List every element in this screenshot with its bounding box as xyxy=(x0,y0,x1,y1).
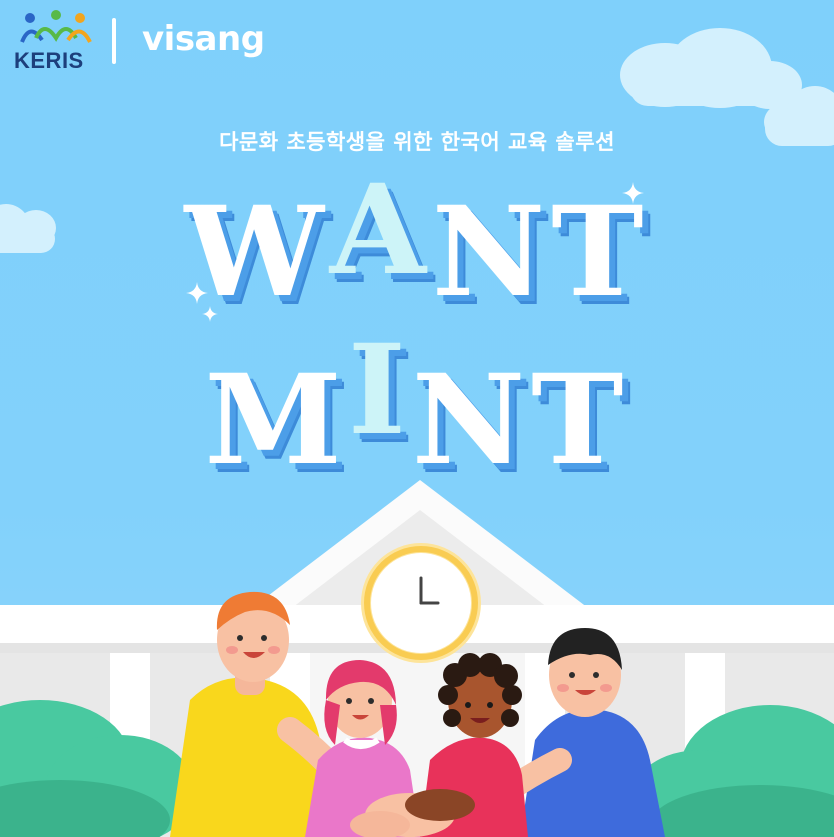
sparkle-icon xyxy=(186,282,208,304)
title-line-1: WANT xyxy=(0,158,834,325)
keris-logo-text: KERIS xyxy=(14,48,84,73)
visang-logo-text: visang xyxy=(142,19,265,59)
header-logos: KERIS visang xyxy=(14,8,265,74)
subtitle: 다문화 초등학생을 위한 한국어 교육 솔루션 xyxy=(219,130,615,154)
keris-logo: KERIS xyxy=(14,8,100,74)
title-line-1-highlight: A xyxy=(329,158,432,303)
cloud-icon xyxy=(620,28,802,109)
title-line-1-suffix: NT xyxy=(431,180,650,325)
title-line-2: MINT xyxy=(0,318,834,493)
sparkle-icon xyxy=(202,306,218,322)
clock-icon xyxy=(361,543,481,663)
poster-banner: KERIS visang 다문화 초등학생을 위한 한국어 교육 솔루션 WAN… xyxy=(0,0,834,837)
logo-divider xyxy=(112,18,116,64)
title-line-2-prefix: M xyxy=(204,348,348,493)
title-line-2-suffix: NT xyxy=(411,348,630,493)
keris-people-icon xyxy=(20,10,92,43)
sparkle-icon xyxy=(622,182,644,204)
title-line-2-highlight: I xyxy=(347,318,412,463)
